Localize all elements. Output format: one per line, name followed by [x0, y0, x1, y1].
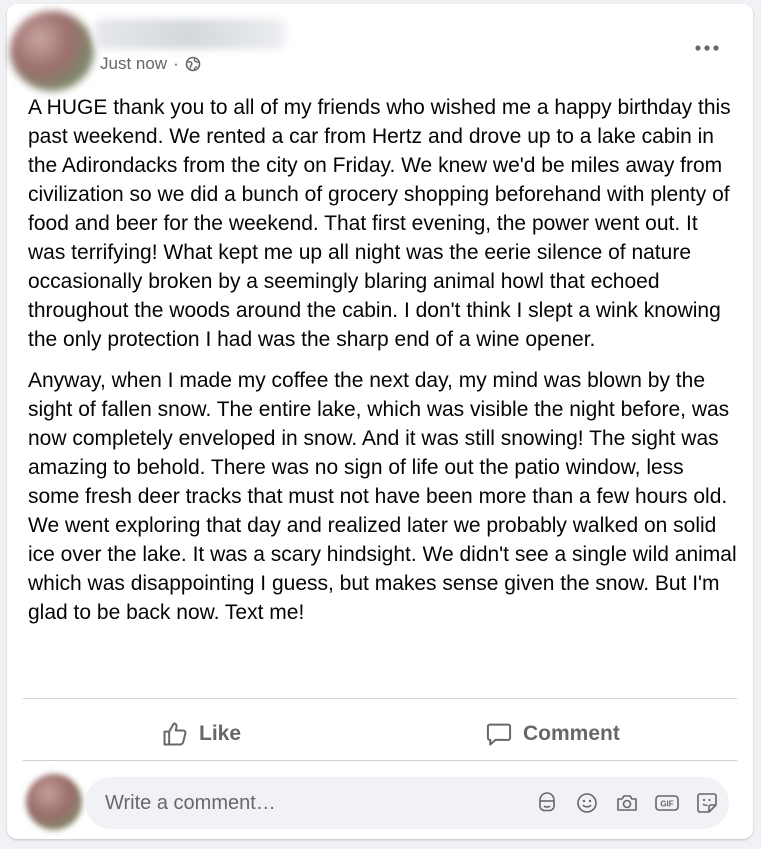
- author-name-blurred[interactable]: [95, 19, 285, 49]
- actions-bottom-divider: [23, 760, 737, 761]
- comment-input[interactable]: [103, 790, 507, 816]
- thumbs-up-icon: [163, 722, 187, 746]
- post-timestamp[interactable]: Just now: [100, 54, 167, 74]
- comment-label: Comment: [523, 722, 620, 745]
- gif-icon[interactable]: GIF: [653, 789, 681, 817]
- post-card: Just now · A HUGE thank you to all of my…: [7, 4, 753, 839]
- post-paragraph-2: Anyway, when I made my coffee the next d…: [28, 369, 737, 624]
- author-avatar[interactable]: [10, 11, 94, 91]
- more-options-button[interactable]: [691, 32, 723, 64]
- emoji-icon[interactable]: [573, 789, 601, 817]
- commenter-avatar[interactable]: [26, 774, 82, 830]
- post-paragraph-1: A HUGE thank you to all of my friends wh…: [28, 96, 731, 351]
- post-meta: Just now ·: [100, 54, 201, 74]
- comment-bubble-icon: [486, 723, 512, 746]
- camera-icon[interactable]: [613, 789, 641, 817]
- like-button[interactable]: Like: [161, 712, 241, 756]
- comment-button[interactable]: Comment: [485, 712, 620, 756]
- post-body: A HUGE thank you to all of my friends wh…: [28, 93, 740, 639]
- actions-top-divider: [23, 698, 737, 699]
- comment-composer: GIF: [85, 777, 729, 829]
- like-label: Like: [199, 722, 242, 745]
- globe-icon[interactable]: [185, 56, 201, 72]
- more-dots-icon: [695, 45, 719, 51]
- meta-separator: ·: [173, 54, 179, 73]
- avatar-sticker-icon[interactable]: [533, 789, 561, 817]
- comment-tools: GIF: [533, 789, 721, 817]
- svg-text:GIF: GIF: [660, 800, 673, 809]
- sticker-icon[interactable]: [693, 789, 721, 817]
